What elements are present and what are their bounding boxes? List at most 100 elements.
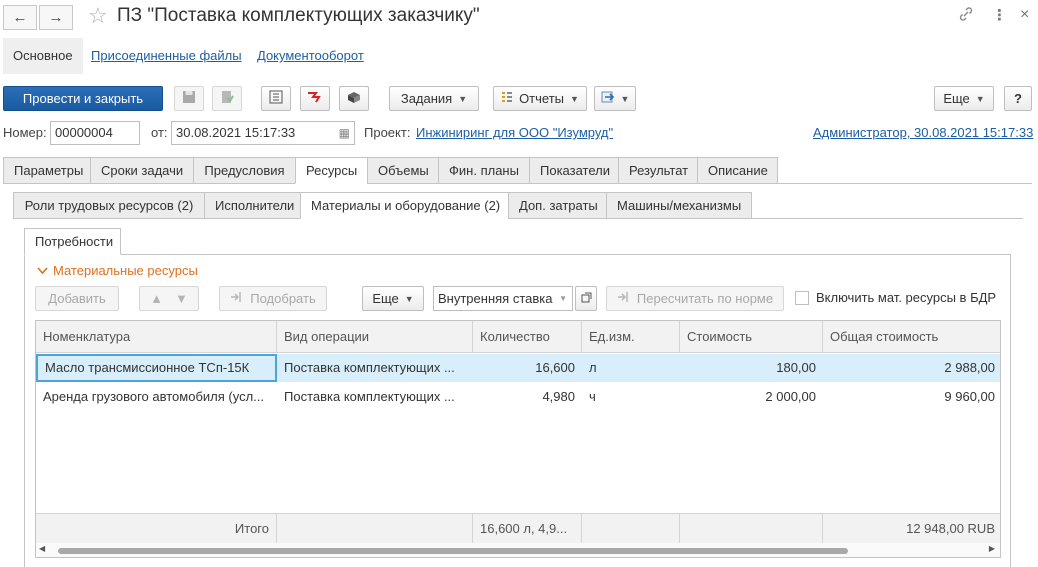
help-button[interactable]: ?	[1004, 86, 1032, 111]
pick-button[interactable]: Подобрать	[219, 286, 327, 311]
section-main[interactable]: Основное	[3, 38, 83, 74]
tab-result[interactable]: Результат	[618, 157, 698, 184]
footer-total: 12 948,00 RUB	[906, 521, 995, 536]
project-label: Проект:	[364, 125, 411, 140]
chevron-down-icon: ▼	[458, 93, 468, 104]
scroll-left-icon[interactable]: ◀	[39, 544, 45, 553]
pick-icon	[230, 291, 242, 306]
cell-operation[interactable]: Поставка комплектующих ...	[277, 354, 473, 382]
subtab-materials[interactable]: Материалы и оборудование (2)	[300, 192, 509, 219]
menu-icon[interactable]: ⋮	[992, 6, 1007, 24]
document-post-icon	[220, 90, 234, 107]
star-icon[interactable]: ☆	[88, 3, 108, 29]
cell-quantity[interactable]: 4,980	[473, 383, 582, 411]
column-total[interactable]: Общая стоимость	[823, 321, 1000, 353]
materials-table[interactable]: Номенклатура Вид операции Количество Ед.…	[35, 320, 1001, 558]
open-rate-button[interactable]	[575, 286, 597, 311]
footer-price	[680, 514, 823, 544]
tab-resources[interactable]: Ресурсы	[295, 157, 368, 184]
chevron-down-icon: ▼	[404, 293, 414, 304]
back-button[interactable]: ←	[3, 5, 37, 30]
subtab-labor-roles[interactable]: Роли трудовых ресурсов (2)	[13, 192, 205, 219]
print-button[interactable]	[339, 86, 369, 111]
date-label: от:	[151, 125, 168, 140]
subtab-extra-costs[interactable]: Доп. затраты	[508, 192, 607, 219]
column-nomenclature[interactable]: Номенклатура	[36, 321, 277, 353]
arrow-up-icon[interactable]: ▲	[150, 291, 163, 306]
table-row[interactable]: Аренда грузового автомобиля (усл... Пост…	[36, 383, 1000, 411]
move-buttons[interactable]: ▲ ▼	[139, 286, 199, 311]
cell-operation[interactable]: Поставка комплектующих ...	[277, 383, 473, 411]
cell-price[interactable]: 180,00	[680, 354, 823, 382]
section-docflow[interactable]: Документооборот	[257, 38, 364, 74]
chevron-down-icon: ▼	[570, 93, 579, 104]
cell-total[interactable]: 2 988,00	[823, 354, 1000, 382]
footer-unit	[582, 514, 680, 544]
reports-label: Отчеты	[519, 91, 564, 106]
group-more-label: Еще	[372, 291, 399, 306]
tab-deadlines[interactable]: Сроки задачи	[90, 157, 194, 184]
recalc-label: Пересчитать по норме	[636, 291, 774, 306]
structure-button[interactable]	[261, 86, 291, 111]
link-icon[interactable]	[958, 6, 974, 26]
tab-volumes[interactable]: Объемы	[367, 157, 439, 184]
tab-parameters[interactable]: Параметры	[3, 157, 91, 184]
forward-button[interactable]: →	[39, 5, 73, 30]
flow-arrow-icon	[307, 90, 323, 107]
date-field[interactable]: 30.08.2021 15:17:33 ▦	[171, 121, 355, 145]
export-icon	[601, 90, 615, 107]
recalc-icon	[617, 291, 629, 306]
cell-quantity[interactable]: 16,600	[473, 354, 582, 382]
cell-unit[interactable]: л	[582, 354, 680, 382]
table-header: Номенклатура Вид операции Количество Ед.…	[36, 321, 1000, 353]
close-icon[interactable]: ×	[1020, 6, 1029, 24]
tasks-label: Задания	[400, 91, 453, 106]
column-price[interactable]: Стоимость	[680, 321, 823, 353]
post-and-close-button[interactable]: Провести и закрыть	[3, 86, 163, 111]
horizontal-scrollbar[interactable]: ◀ ▶	[36, 543, 1000, 557]
arrow-down-icon[interactable]: ▼	[175, 291, 188, 306]
tab-preconditions[interactable]: Предусловия	[193, 157, 296, 184]
group-more-button[interactable]: Еще ▼	[362, 286, 424, 311]
number-field[interactable]: 00000004	[50, 121, 140, 145]
post-button[interactable]	[212, 86, 242, 111]
cell-price[interactable]: 2 000,00	[680, 383, 823, 411]
save-button[interactable]	[174, 86, 204, 111]
tab-description[interactable]: Описание	[697, 157, 778, 184]
window-title: ПЗ "Поставка комплектующих заказчику"	[117, 5, 480, 26]
subtab-machines[interactable]: Машины/механизмы	[606, 192, 752, 219]
cell-total[interactable]: 9 960,00	[823, 383, 1000, 411]
scrollbar-thumb[interactable]	[58, 548, 848, 554]
cell-name[interactable]: Масло трансмиссионное ТСп-15К	[36, 354, 277, 382]
export-button[interactable]: ▼	[594, 86, 636, 111]
project-link[interactable]: Инжиниринг для ООО "Изумруд"	[416, 125, 613, 140]
author-link[interactable]: Администратор, 30.08.2021 15:17:33	[813, 125, 1033, 140]
tab-needs[interactable]: Потребности	[24, 228, 121, 255]
reports-button[interactable]: Отчеты ▼	[493, 86, 587, 111]
cell-name[interactable]: Аренда грузового автомобиля (усл...	[36, 383, 277, 411]
recalc-button[interactable]: Пересчитать по норме	[606, 286, 784, 311]
column-quantity[interactable]: Количество	[473, 321, 582, 353]
tab-fin-plans[interactable]: Фин. планы	[438, 157, 530, 184]
tab-indicators[interactable]: Показатели	[529, 157, 619, 184]
tasks-button[interactable]: Задания ▼	[389, 86, 479, 111]
chevron-down-icon: ▼	[975, 93, 985, 104]
group-title: Материальные ресурсы	[53, 263, 198, 278]
add-button[interactable]: Добавить	[35, 286, 119, 311]
dropdown-icon[interactable]: ▼	[559, 287, 567, 310]
section-files[interactable]: Присоединенные файлы	[91, 38, 242, 74]
footer-operation	[277, 514, 473, 544]
column-operation[interactable]: Вид операции	[277, 321, 473, 353]
rate-select[interactable]: Внутренняя ставка ▼	[433, 286, 573, 311]
include-bdr-checkbox[interactable]	[795, 291, 809, 305]
table-row[interactable]: Масло трансмиссионное ТСп-15К Поставка к…	[36, 354, 1000, 382]
column-unit[interactable]: Ед.изм.	[582, 321, 680, 353]
more-button[interactable]: Еще ▼	[934, 86, 994, 111]
material-resources-group[interactable]: Материальные ресурсы	[37, 263, 198, 278]
calendar-icon[interactable]: ▦	[339, 122, 350, 144]
workflow-button[interactable]	[300, 86, 330, 111]
cell-unit[interactable]: ч	[582, 383, 680, 411]
scroll-right-icon[interactable]: ▶	[989, 544, 995, 553]
footer-quantity: 16,600 л, 4,9...	[473, 514, 582, 544]
subtab-executors[interactable]: Исполнители	[204, 192, 301, 219]
